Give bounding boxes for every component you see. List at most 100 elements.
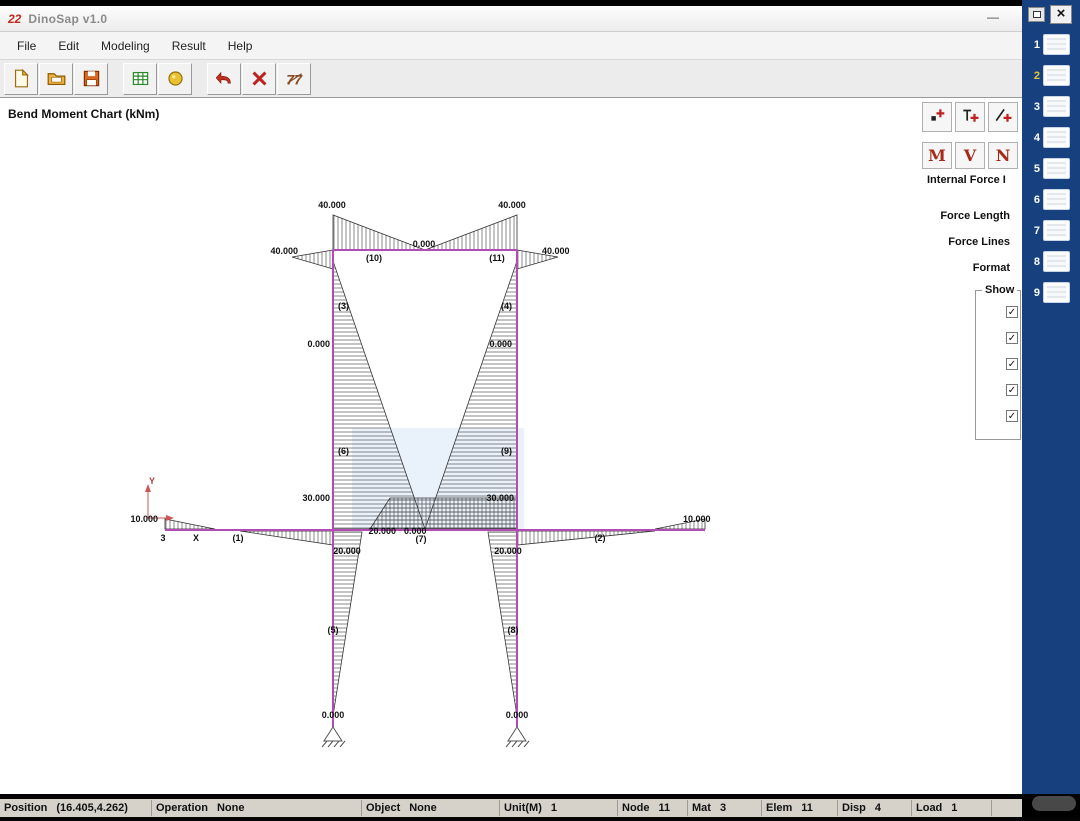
material-button[interactable] [158,62,192,95]
pager-item-5[interactable]: 5 [1022,158,1070,179]
show-caption: Show [982,284,1018,296]
pager-thumbnail[interactable] [1043,220,1070,241]
diagram-label: (9) [501,446,512,456]
menu-file[interactable]: File [6,35,47,57]
status-value: (16.405,4.262) [56,802,128,814]
pin-supports [321,726,530,748]
status-label: Node [622,802,650,814]
save-button[interactable] [74,62,108,95]
table-icon [131,69,150,88]
new-document-button[interactable] [4,62,38,95]
add-member-button[interactable] [955,102,985,132]
menu-help[interactable]: Help [217,35,264,57]
open-file-button[interactable] [39,62,73,95]
status-value: None [216,802,245,814]
pager-thumbnail[interactable] [1043,127,1070,148]
show-checkbox-2[interactable]: ✓ [1006,332,1018,344]
status-value: 1 [550,802,557,814]
add-member-icon [961,106,979,129]
add-node-button[interactable] [922,102,952,132]
menu-bar: File Edit Modeling Result Help [0,32,1022,60]
pager-thumbnail[interactable] [1043,282,1070,303]
status-value: 1 [951,802,958,814]
diagram-label: 0.000 [322,710,345,720]
table-button[interactable] [123,62,157,95]
diagram-label: 20.000 [333,546,361,556]
material-icon [166,69,185,88]
diagram-label: 0.000 [307,339,330,349]
pager-number: 2 [1033,69,1040,82]
minimize-button[interactable]: — [982,9,1004,27]
pager-number: 8 [1033,255,1040,268]
show-checkbox-4[interactable]: ✓ [1006,384,1018,396]
pager-thumbnail[interactable] [1043,158,1070,179]
undo-arrow-button[interactable] [207,62,241,95]
pager-item-7[interactable]: 7 [1022,220,1070,241]
axial-diagram-button[interactable]: N [988,142,1018,169]
force-button-row: MVN [922,142,1018,169]
diagram-label: (10) [366,253,382,263]
delete-icon [250,69,269,88]
close-button[interactable]: × [1050,5,1072,24]
pager-thumbnail[interactable] [1043,251,1070,272]
pager-number: 9 [1033,286,1040,299]
diagram-label: (4) [501,301,512,311]
app-icon: 22 [8,11,22,26]
show-checkbox-3[interactable]: ✓ [1006,358,1018,370]
status-label: Mat [692,802,711,814]
maximize-icon [1032,11,1041,18]
moment-diagram: Bend Moment Chart (kNm) 40.000 40.000 40.00… [8,107,711,748]
diagram-label: 10.000 [683,514,711,524]
status-value: 3 [719,802,727,814]
pager-number: 4 [1033,131,1040,144]
pager-thumbnail[interactable] [1043,96,1070,117]
delete-button[interactable] [242,62,276,95]
diagram-label: 10.000 [130,514,158,524]
show-checkbox-1[interactable]: ✓ [1006,306,1018,318]
pager-number: 6 [1033,193,1040,206]
status-label: Operation [156,802,208,814]
internal-force-panel: MVN Internal Force I Force Length Force … [918,98,1022,458]
pager-thumbnail[interactable] [1043,34,1070,55]
diagram-canvas[interactable]: Bend Moment Chart (kNm) 40.000 40.000 40.00… [0,98,1022,794]
tool-button-row [922,102,1018,132]
moment-diagram-button[interactable]: M [922,142,952,169]
pager-thumbnail[interactable] [1043,65,1070,86]
show-checkbox-5[interactable]: ✓ [1006,410,1018,422]
pager-item-3[interactable]: 3 [1022,96,1070,117]
new-document-icon [12,69,31,88]
shear-diagram-button[interactable]: V [955,142,985,169]
maximize-button[interactable] [1028,7,1045,22]
status-label: Disp [842,802,866,814]
pager-item-8[interactable]: 8 [1022,251,1070,272]
pager-item-6[interactable]: 6 [1022,189,1070,210]
undo-arrow-icon [215,69,234,88]
format-label: Format [972,262,1010,274]
add-line-button[interactable] [988,102,1018,132]
pager-item-9[interactable]: 9 [1022,282,1070,303]
save-icon [82,69,101,88]
diagram-label: (2) [595,533,606,543]
status-node: Node 11 [618,800,688,816]
menu-modeling[interactable]: Modeling [90,35,161,57]
diagram-label: (5) [328,625,339,635]
pager-item-1[interactable]: 1 [1022,34,1070,55]
pager-thumbnail[interactable] [1043,189,1070,210]
add-node-icon [928,106,946,129]
pager-item-4[interactable]: 4 [1022,127,1070,148]
diagram-label: (8) [508,625,519,635]
status-label: Object [366,802,401,814]
status-elem: Elem 11 [762,800,838,816]
pager-strip: 1 2 3 4 5 6 7 8 9 [1022,0,1080,794]
menu-result[interactable]: Result [161,35,217,57]
diagram-label: (7) [416,534,427,544]
pager-item-2[interactable]: 2 [1022,65,1070,86]
force-lines-label: Force Lines [948,236,1010,248]
status-value: None [409,802,437,814]
status-load: Load 1 [912,800,992,816]
section-button[interactable]: 77 [277,62,311,95]
menu-edit[interactable]: Edit [47,35,90,57]
diagram-label: 20.000 [494,546,522,556]
pager-number: 1 [1033,38,1040,51]
diagram-label: 0.000 [489,339,512,349]
